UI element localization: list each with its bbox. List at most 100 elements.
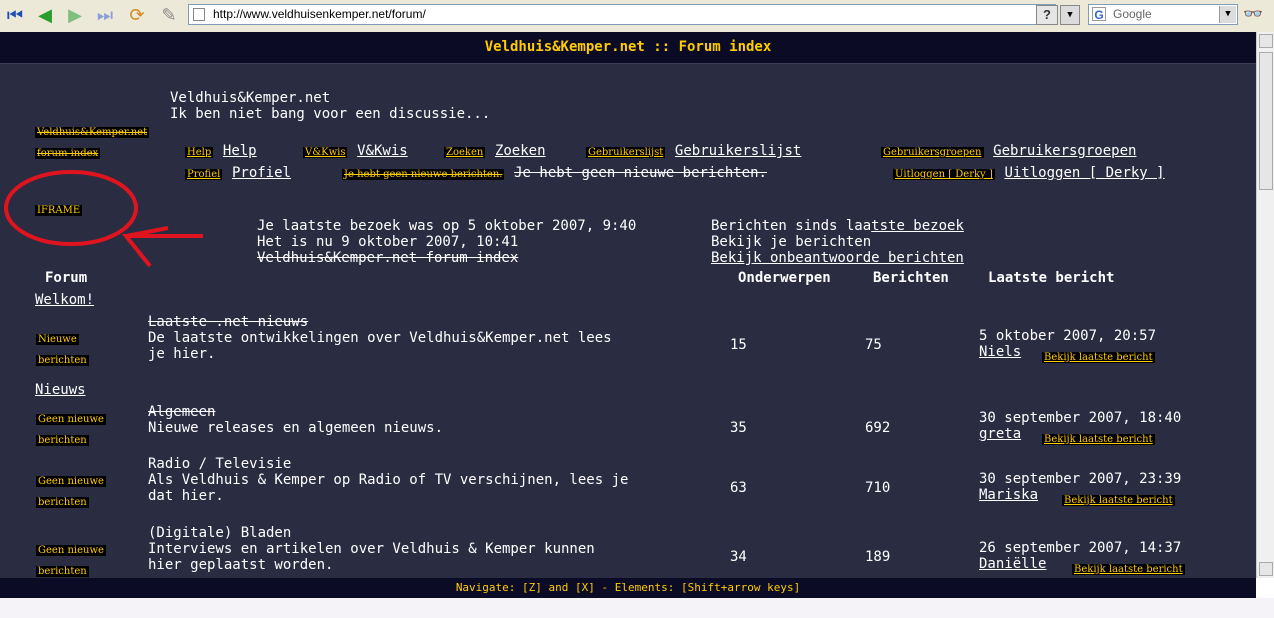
current-time-text: Het is nu 9 oktober 2007, 10:41 xyxy=(257,234,519,250)
view-last-post-link[interactable]: Bekijk laatste bericht xyxy=(1072,557,1185,576)
forum-title[interactable]: Radio / Televisie xyxy=(148,456,291,472)
logo-alt-line-1: Veldhuis&Kemper.net xyxy=(35,127,150,138)
since-last-prefix: Berichten sinds laa xyxy=(711,218,872,234)
forward-icon[interactable]: ▶ xyxy=(64,5,86,27)
status-line-2: berichten xyxy=(36,435,89,446)
view-last-post-label: Bekijk laatste bericht xyxy=(1072,564,1185,575)
category-welkom[interactable]: Welkom! xyxy=(35,292,94,308)
nav-gebruikerslijst-label: Gebruikerslijst xyxy=(674,143,802,159)
forum-status-icon: Geen nieuwe berichten xyxy=(36,539,106,578)
nav-messages[interactable]: Je hebt geen nieuwe berichten. Je hebt g… xyxy=(342,162,767,181)
nav-help[interactable]: Help Help xyxy=(185,140,257,159)
address-bar[interactable]: http://www.veldhuisenkemper.net/forum/ xyxy=(188,4,1056,25)
view-last-post-link[interactable]: Bekijk laatste bericht xyxy=(1042,345,1155,364)
nav-help-label: Help xyxy=(222,143,257,159)
new-since-last-visit[interactable]: Berichten sinds laatste bezoek xyxy=(711,218,964,234)
title-bar: Veldhuis&Kemper.net :: Forum index xyxy=(0,32,1256,64)
forum-title[interactable]: (Digitale) Bladen xyxy=(148,525,291,541)
browser-status-bar xyxy=(0,598,1274,618)
view-your-posts-link[interactable]: Bekijk je berichten xyxy=(711,234,871,250)
view-last-post-link[interactable]: Bekijk laatste bericht xyxy=(1062,488,1175,507)
forum-last-user[interactable]: Mariska xyxy=(979,487,1038,503)
status-line-2: berichten xyxy=(36,566,89,577)
status-line-1: Geen nieuwe xyxy=(36,414,106,425)
nav-vkwis-label: V&Kwis xyxy=(357,143,408,159)
forum-posts: 189 xyxy=(865,549,891,565)
category-nieuws[interactable]: Nieuws xyxy=(35,382,86,398)
status-line-2: berichten xyxy=(36,355,89,366)
view-last-post-label: Bekijk laatste bericht xyxy=(1042,352,1155,363)
forum-topics: 35 xyxy=(730,420,747,436)
nav-zoeken-icon: Zoeken xyxy=(444,147,486,158)
status-line-1: Nieuwe xyxy=(36,334,79,345)
forum-last-date: 5 oktober 2007, 20:57 xyxy=(979,328,1157,344)
rewind-icon[interactable]: ⏮ xyxy=(4,5,26,27)
forum-last-user[interactable]: Daniëlle xyxy=(979,556,1046,572)
forum-topics: 15 xyxy=(730,337,747,353)
back-icon[interactable]: ◀ xyxy=(34,5,56,27)
reload-icon[interactable]: ⟳ xyxy=(126,5,148,27)
forum-description-2: dat hier. xyxy=(148,488,224,504)
nav-logout[interactable]: Uitloggen [ Derky ] Uitloggen [ Derky ] xyxy=(893,162,1165,181)
since-last-link[interactable]: tste bezoek xyxy=(871,218,964,234)
nav-vkwis-icon: V&Kwis xyxy=(303,147,348,158)
help-button[interactable]: ? xyxy=(1036,5,1058,25)
forum-posts: 710 xyxy=(865,480,891,496)
forum-topics: 34 xyxy=(730,549,747,565)
page-content: Veldhuis&Kemper.net :: Forum index Veldh… xyxy=(0,32,1256,578)
nav-gebruikersgroepen-label: Gebruikersgroepen xyxy=(993,143,1137,159)
scroll-down-button[interactable] xyxy=(1259,562,1273,576)
forum-description-2: hier geplaatst worden. xyxy=(148,557,334,573)
forum-status-icon: Geen nieuwe berichten xyxy=(36,408,106,450)
edit-icon[interactable]: ✎ xyxy=(158,5,180,27)
search-placeholder: Google xyxy=(1113,7,1152,21)
forum-title[interactable]: Laatste .net nieuws xyxy=(148,314,308,330)
forum-description-2: je hier. xyxy=(148,346,216,362)
status-line-1: Geen nieuwe xyxy=(36,476,106,487)
nav-zoeken-label: Zoeken xyxy=(494,143,546,159)
nav-zoeken[interactable]: Zoeken Zoeken xyxy=(444,140,546,159)
forum-last-user[interactable]: greta xyxy=(979,426,1021,442)
nav-gebruikerslijst-icon: Gebruikerslijst xyxy=(586,147,666,158)
scroll-up-button[interactable] xyxy=(1259,34,1273,48)
view-unanswered-link[interactable]: Bekijk onbeantwoorde berichten xyxy=(711,250,964,266)
view-last-post-link[interactable]: Bekijk laatste bericht xyxy=(1042,427,1155,446)
keyboard-nav-bar: Navigate: [Z] and [X] - Elements: [Shift… xyxy=(0,578,1256,598)
forum-last-user[interactable]: Niels xyxy=(979,344,1021,360)
nav-gebruikersgroepen[interactable]: Gebruikersgroepen Gebruikersgroepen xyxy=(881,140,1136,159)
forum-posts: 692 xyxy=(865,420,891,436)
last-visit-text: Je laatste bezoek was op 5 oktober 2007,… xyxy=(257,218,637,234)
address-text: http://www.veldhuisenkemper.net/forum/ xyxy=(213,7,426,21)
glasses-icon[interactable]: 👓 xyxy=(1243,4,1263,23)
forum-row: Geen nieuwe berichten Algemeen Nieuwe re… xyxy=(0,404,1256,446)
page-title: Veldhuis&Kemper.net :: Forum index xyxy=(484,39,772,55)
help-dropdown-button[interactable]: ▼ xyxy=(1060,5,1080,25)
page-icon xyxy=(193,8,205,21)
header-forum: Forum xyxy=(45,270,88,286)
search-box[interactable]: G Google ▼ xyxy=(1088,4,1238,25)
forum-description-1: Nieuwe releases en algemeen nieuws. xyxy=(148,420,444,436)
nav-gebruikersgroepen-icon: Gebruikersgroepen xyxy=(881,147,984,158)
search-dropdown-button[interactable]: ▼ xyxy=(1219,6,1236,23)
header-topics: Onderwerpen xyxy=(738,270,831,286)
forum-index-link[interactable]: Veldhuis&Kemper.net forum index xyxy=(257,250,518,266)
google-icon: G xyxy=(1092,7,1106,22)
forum-last-date: 30 september 2007, 23:39 xyxy=(979,471,1182,487)
nav-help-icon: Help xyxy=(185,147,214,158)
nav-profiel-label: Profiel xyxy=(231,165,291,181)
fast-forward-icon[interactable]: ⏭ xyxy=(94,5,116,27)
header-last-post: Laatste bericht xyxy=(988,270,1115,286)
forum-description-1: Als Veldhuis & Kemper op Radio of TV ver… xyxy=(148,472,629,488)
logo-alt-line-2: forum index xyxy=(35,148,101,159)
keyboard-nav-text: Navigate: [Z] and [X] - Elements: [Shift… xyxy=(455,581,801,594)
logo-alt-text[interactable]: Veldhuis&Kemper.net forum index xyxy=(35,120,150,160)
nav-vkwis[interactable]: V&Kwis V&Kwis xyxy=(303,140,408,159)
forum-topics: 63 xyxy=(730,480,747,496)
site-name: Veldhuis&Kemper.net xyxy=(170,90,331,106)
forum-title[interactable]: Algemeen xyxy=(148,404,215,420)
scroll-thumb[interactable] xyxy=(1259,52,1273,190)
nav-messages-label: Je hebt geen nieuwe berichten. xyxy=(514,165,767,181)
vertical-scrollbar[interactable] xyxy=(1256,32,1274,578)
view-last-post-label: Bekijk laatste bericht xyxy=(1042,434,1155,445)
nav-gebruikerslijst[interactable]: Gebruikerslijst Gebruikerslijst xyxy=(586,140,801,159)
